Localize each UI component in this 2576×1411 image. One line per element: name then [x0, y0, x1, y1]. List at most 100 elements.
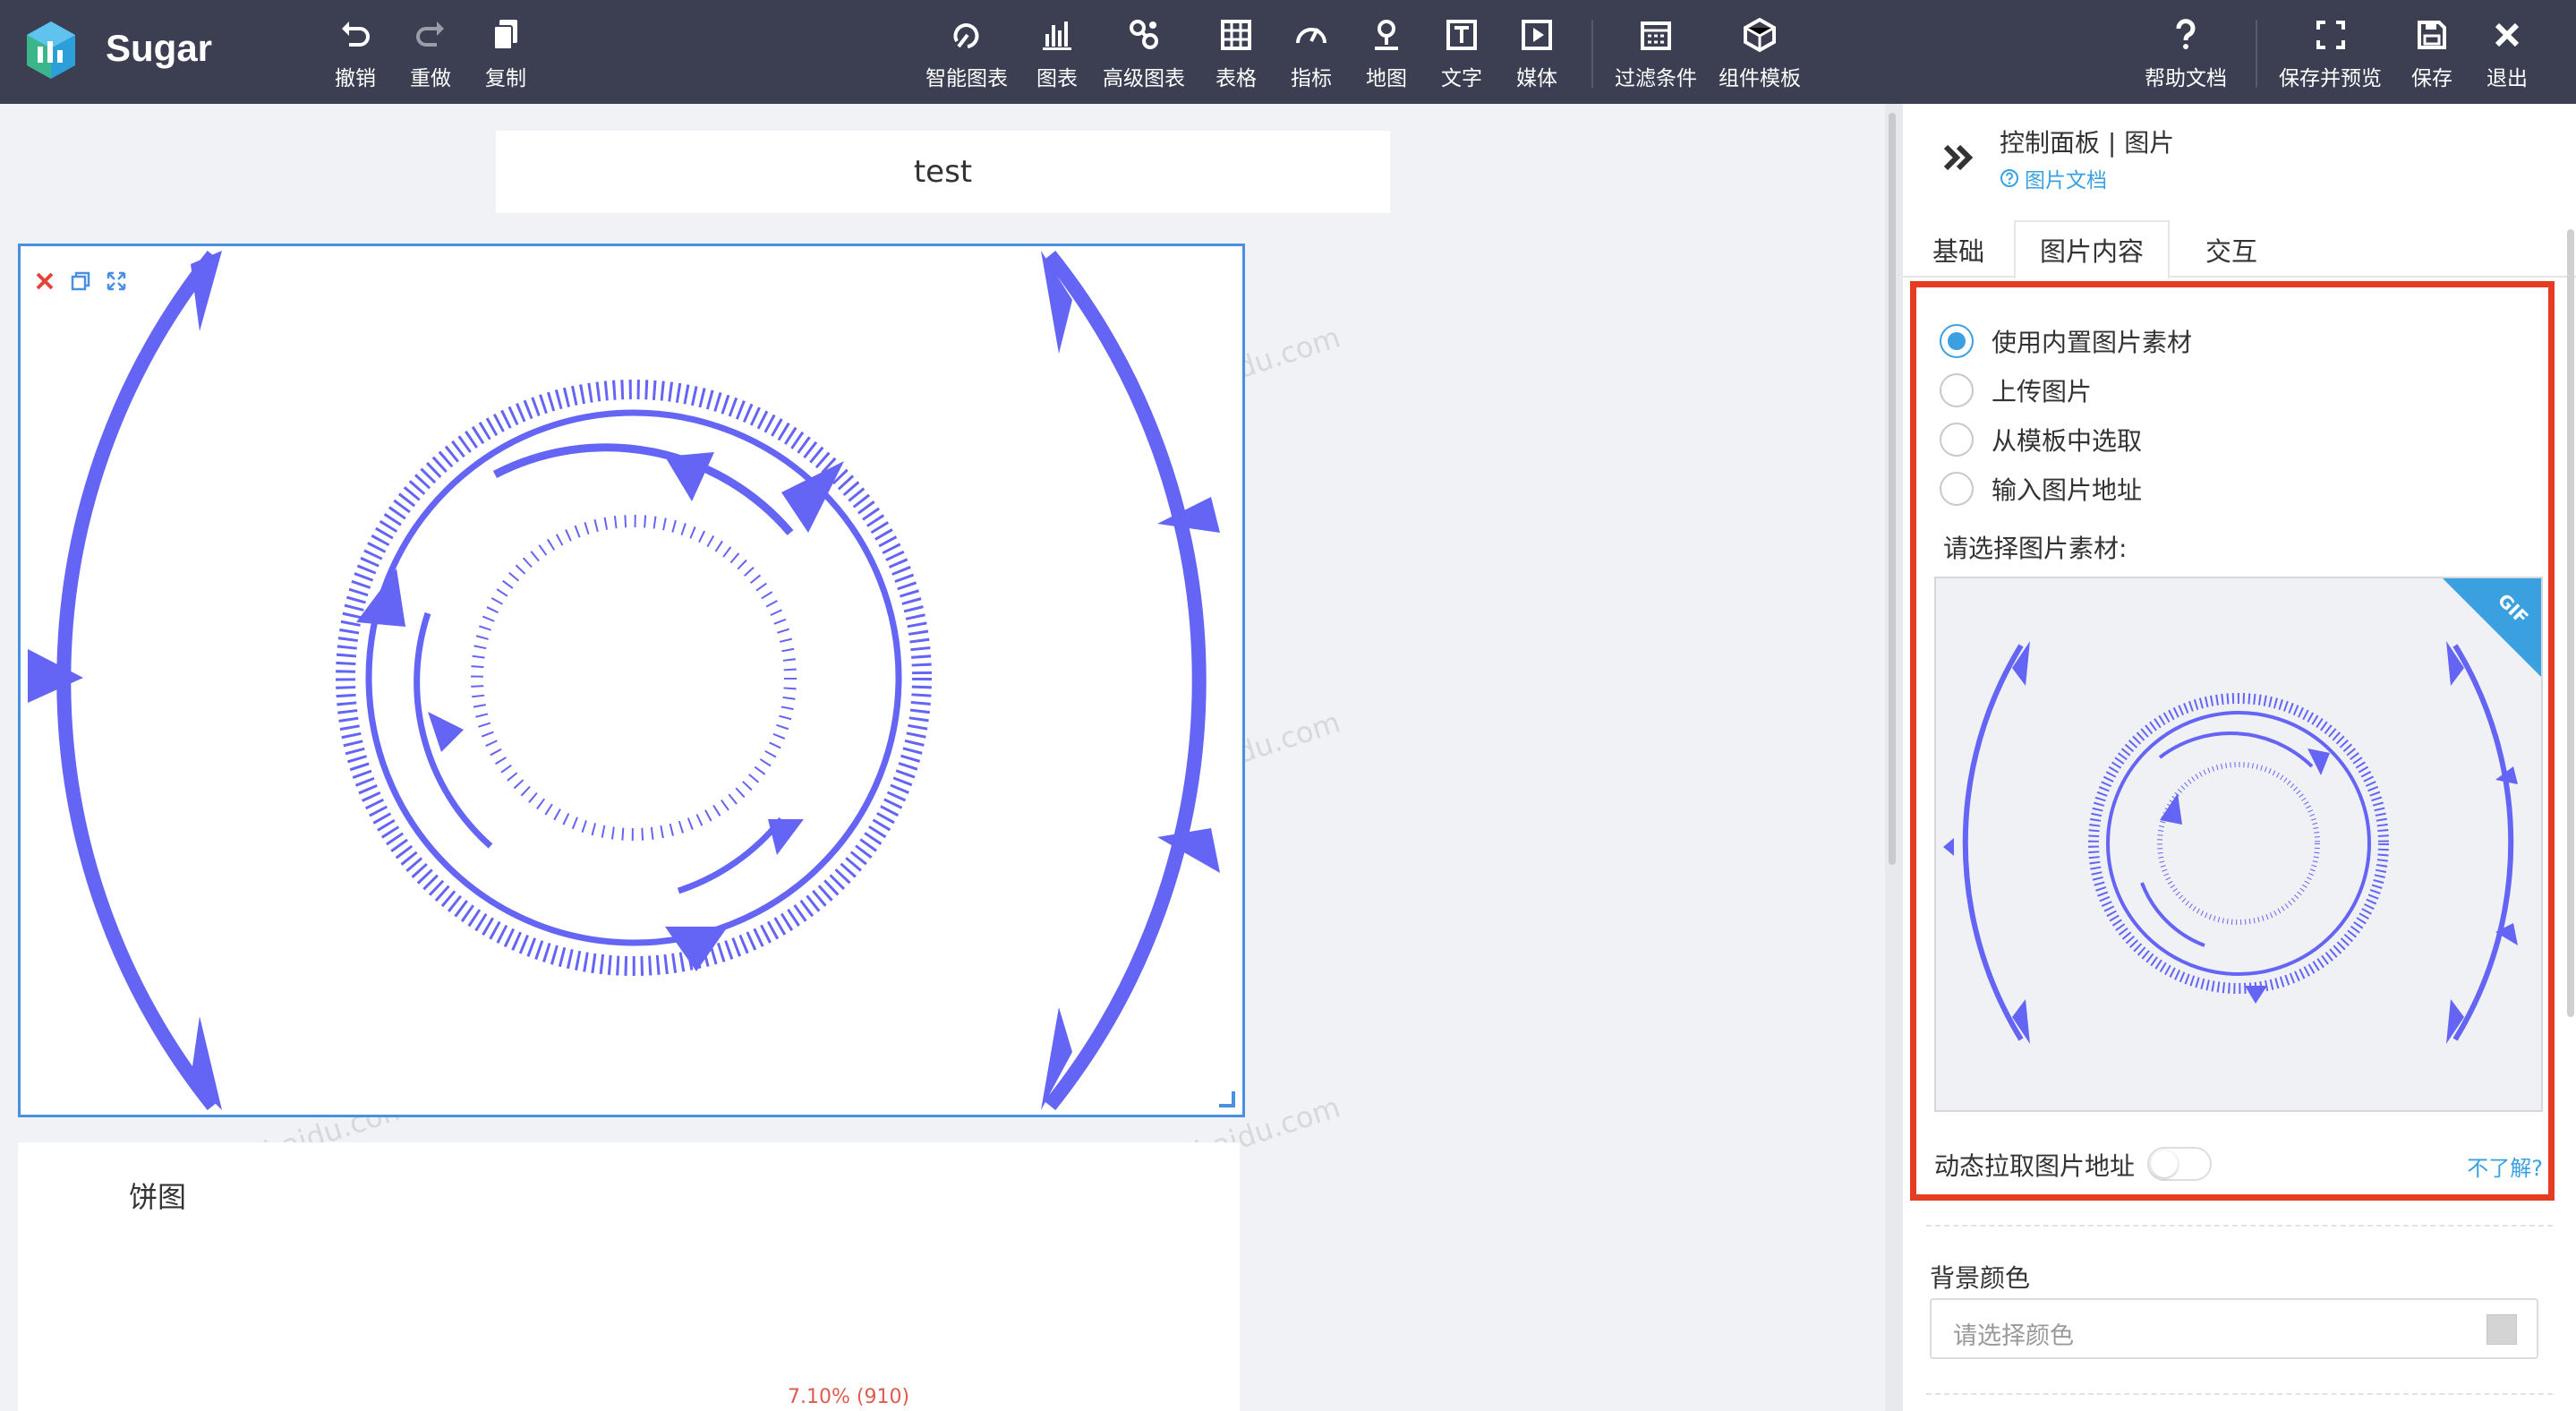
- panel-title: 控制面板 | 图片: [2000, 128, 2175, 158]
- radio-button[interactable]: [1940, 324, 1974, 358]
- component-template-label: 组件模板: [1719, 67, 1801, 90]
- component-template-button[interactable]: 组件模板: [1719, 16, 1801, 93]
- exit-button[interactable]: 退出: [2486, 16, 2528, 93]
- save-button[interactable]: 保存: [2411, 16, 2452, 93]
- filter-button[interactable]: 过滤条件: [1615, 16, 1697, 93]
- tab-interaction[interactable]: 交互: [2177, 220, 2286, 279]
- tab-image-content[interactable]: 图片内容: [2014, 220, 2170, 279]
- media-label: 媒体: [1516, 67, 1557, 90]
- card-copy-button[interactable]: [67, 268, 94, 295]
- smart-chart-button[interactable]: 智能图表: [925, 16, 1008, 93]
- pie-chart-card[interactable]: 饼图 7.10% (910): [18, 1142, 1240, 1411]
- radio-from-template[interactable]: 从模板中选取: [1940, 422, 2142, 458]
- resize-handle[interactable]: [1219, 1091, 1235, 1107]
- dashboard-canvas: limengzhao@baidu.com limengzhao@baidu.co…: [0, 104, 1885, 1411]
- text-icon: [1446, 20, 1477, 50]
- map-label: 地图: [1366, 67, 1407, 90]
- help-link[interactable]: 不了解?: [2467, 1150, 2543, 1182]
- cube-icon: [1744, 17, 1776, 53]
- toolbar-divider: [2256, 20, 2257, 88]
- panel-tabs: 基础 图片内容 交互: [1903, 206, 2576, 279]
- copy-label: 复制: [485, 67, 526, 90]
- tab-image-content-label: 图片内容: [2039, 236, 2144, 267]
- filter-label: 过滤条件: [1615, 67, 1697, 90]
- toolbar-divider: [1591, 20, 1593, 88]
- indicator-label: 指标: [1291, 67, 1332, 90]
- fullscreen-icon: [2316, 21, 2345, 49]
- question-icon: [2176, 19, 2196, 49]
- image-doc-link[interactable]: 图片文档: [2000, 163, 2107, 193]
- table-label: 表格: [1215, 67, 1257, 90]
- help-doc-button[interactable]: 帮助文档: [2145, 16, 2227, 93]
- bg-color-label: 背景颜色: [1930, 1263, 2031, 1293]
- title-card[interactable]: test: [496, 131, 1390, 213]
- exit-label: 退出: [2486, 67, 2528, 90]
- dynamic-url-toggle[interactable]: [2147, 1147, 2212, 1181]
- color-swatch: [2486, 1314, 2517, 1345]
- chart-label: 图表: [1036, 67, 1078, 90]
- play-icon: [1522, 20, 1552, 50]
- pie-slice-label: 7.10% (910): [788, 1386, 910, 1408]
- indicator-button[interactable]: 指标: [1291, 16, 1332, 93]
- redo-button[interactable]: 重做: [410, 16, 451, 93]
- undo-icon: [342, 21, 370, 47]
- radio-label: 输入图片地址: [1992, 475, 2143, 505]
- redo-label: 重做: [410, 67, 451, 90]
- tab-basic[interactable]: 基础: [1915, 220, 2001, 279]
- close-icon: [36, 272, 54, 290]
- image-component-card[interactable]: [18, 244, 1245, 1117]
- section-divider: [1926, 1225, 2553, 1227]
- calendar-filter-icon: [1641, 21, 1671, 50]
- card-close-button[interactable]: [31, 268, 58, 295]
- bg-color-picker[interactable]: 请选择颜色: [1930, 1298, 2538, 1359]
- help-doc-label: 帮助文档: [2145, 67, 2227, 90]
- save-preview-button[interactable]: 保存并预览: [2279, 16, 2382, 93]
- double-chevron-right-icon[interactable]: [1939, 138, 1978, 177]
- radio-button[interactable]: [1940, 373, 1974, 407]
- table-icon: [1221, 20, 1251, 50]
- advanced-chart-button[interactable]: 高级图表: [1103, 16, 1185, 93]
- text-button[interactable]: 文字: [1441, 16, 1482, 93]
- select-material-label: 请选择图片素材:: [1943, 534, 2128, 563]
- panel-header: 控制面板 | 图片 图片文档: [1903, 104, 2576, 206]
- chart-button[interactable]: 图表: [1036, 16, 1078, 93]
- hud-circle-graphic: [28, 251, 1220, 1110]
- panel-scrollbar[interactable]: [2567, 229, 2574, 1017]
- undo-button[interactable]: 撤销: [335, 16, 376, 93]
- pie-card-title: 饼图: [129, 1180, 187, 1214]
- highlight-box: 使用内置图片素材 上传图片 从模板中选取 输入图片地址 请选择图片素材: GIF…: [1910, 281, 2555, 1201]
- map-button[interactable]: 地图: [1366, 16, 1407, 93]
- copy-icon: [71, 271, 90, 291]
- smart-chart-icon: [953, 23, 979, 48]
- gif-badge: [2443, 578, 2541, 677]
- copy-icon: [493, 20, 517, 50]
- media-button[interactable]: 媒体: [1516, 16, 1557, 93]
- redo-icon: [416, 21, 444, 47]
- sugar-logo-icon: [27, 21, 75, 79]
- radio-button[interactable]: [1940, 423, 1974, 457]
- card-expand-button[interactable]: [103, 268, 130, 295]
- canvas-scrollbar[interactable]: [1885, 104, 1903, 1411]
- smart-chart-label: 智能图表: [925, 67, 1008, 90]
- tab-interaction-label: 交互: [2205, 236, 2257, 267]
- bg-color-placeholder: 请选择颜色: [1953, 1322, 2074, 1350]
- save-preview-label: 保存并预览: [2279, 67, 2382, 90]
- radio-upload-image[interactable]: 上传图片: [1940, 372, 2092, 408]
- advanced-chart-icon: [1130, 20, 1158, 49]
- map-pin-icon: [1375, 20, 1398, 50]
- copy-button[interactable]: 复制: [485, 16, 526, 93]
- table-button[interactable]: 表格: [1215, 16, 1257, 93]
- top-toolbar: Sugar 撤销 重做 复制 智能图表 图表 高级图表 表格 指标 地图 文字: [0, 0, 2576, 104]
- section-divider: [1926, 1393, 2553, 1395]
- undo-label: 撤销: [335, 67, 376, 90]
- text-label: 文字: [1441, 67, 1482, 90]
- help-circle-icon: [2000, 169, 2018, 187]
- radio-button[interactable]: [1940, 472, 1974, 506]
- radio-image-url[interactable]: 输入图片地址: [1940, 471, 2142, 507]
- tab-basic-label: 基础: [1932, 236, 1984, 267]
- image-doc-link-label: 图片文档: [2025, 169, 2107, 192]
- image-material-thumbnail[interactable]: GIF: [1934, 577, 2543, 1112]
- radio-builtin-image[interactable]: 使用内置图片素材: [1940, 323, 2192, 359]
- radio-label: 从模板中选取: [1992, 426, 2143, 456]
- scrollbar-thumb[interactable]: [1889, 113, 1896, 865]
